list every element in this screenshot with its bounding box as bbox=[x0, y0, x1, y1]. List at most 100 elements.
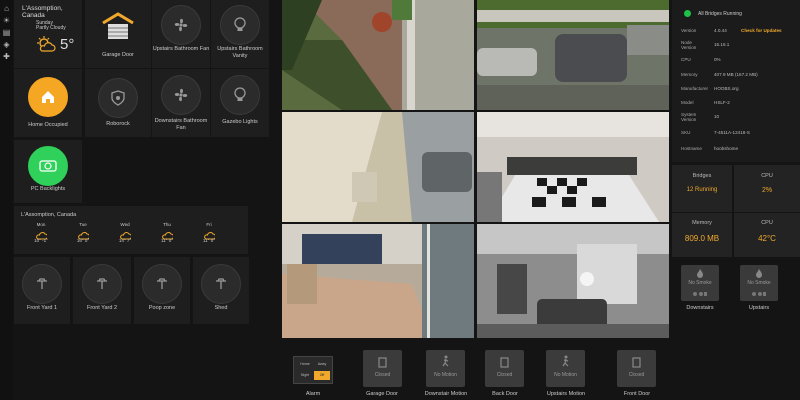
pool-zone-button[interactable] bbox=[142, 264, 182, 304]
info-key: Node Version bbox=[681, 40, 697, 50]
alarm-mode-night[interactable]: Night bbox=[297, 371, 313, 380]
cloudy-icon bbox=[110, 227, 140, 240]
smoke-state: No Smoke bbox=[747, 280, 771, 286]
garage-icon bbox=[102, 12, 134, 39]
shield-icon bbox=[111, 90, 125, 106]
front-yard-2-button[interactable] bbox=[82, 264, 122, 304]
sensor-garage-door[interactable]: Closed bbox=[363, 350, 402, 387]
flame-icon bbox=[756, 269, 762, 278]
bridges-stat: Bridges 12 Running bbox=[672, 165, 732, 212]
forecast-temps: 14° 7° bbox=[118, 238, 132, 243]
alarm-mode-away[interactable]: Away bbox=[314, 360, 330, 369]
door-icon bbox=[500, 357, 509, 368]
alarm-mode-off[interactable]: Off bbox=[314, 371, 330, 380]
sensor-label: Back Door bbox=[492, 391, 518, 397]
forecast-day: Mon 10° -1° bbox=[26, 222, 56, 243]
sensor-state: No Motion bbox=[434, 372, 457, 378]
home-icon[interactable]: ⌂ bbox=[2, 4, 11, 13]
downstairs-fan-tile[interactable]: Downstairs Bathroom Fan bbox=[152, 69, 210, 137]
bulb-icon[interactable]: ☀ bbox=[2, 16, 11, 25]
upstairs-fan-label: Upstairs Bathroom Fan bbox=[152, 46, 210, 52]
sensor-downstair-motion[interactable]: No Motion bbox=[426, 350, 465, 387]
weather-temperature: 5° bbox=[60, 36, 75, 53]
sensor-state: No Motion bbox=[554, 372, 577, 378]
memory-label: Memory bbox=[692, 220, 712, 226]
system-info-panel: All Bridges Running Version 4.0.44 Check f… bbox=[672, 0, 800, 162]
layers-icon[interactable]: ◈ bbox=[2, 40, 11, 49]
front-yard-1-button[interactable] bbox=[22, 264, 62, 304]
weather-condition: Partly Cloudy bbox=[36, 25, 66, 31]
sensor-upstairs-motion[interactable]: No Motion bbox=[546, 350, 585, 387]
info-value: HOOBS.org bbox=[714, 86, 739, 91]
upstairs-fan-tile[interactable]: Upstairs Bathroom Fan bbox=[152, 0, 210, 68]
home-button[interactable] bbox=[28, 77, 68, 117]
forecast-temps: 11° 0° bbox=[202, 238, 216, 243]
pc-button[interactable] bbox=[28, 146, 68, 186]
shed-label: Shed bbox=[214, 305, 228, 311]
alarm-label: Alarm bbox=[305, 391, 321, 397]
roborock-button[interactable] bbox=[98, 78, 138, 118]
bulb-icon bbox=[234, 87, 246, 101]
puzzle-icon[interactable]: ✚ bbox=[2, 52, 11, 61]
bridges-value: 12 Running bbox=[686, 187, 718, 193]
garage-door-tile[interactable]: Garage Door bbox=[85, 0, 151, 68]
info-value: 0% bbox=[714, 57, 721, 62]
check-updates-link[interactable]: Check for Updates bbox=[741, 28, 782, 33]
forecast-day: Thu 11° 0° bbox=[152, 222, 182, 243]
camera-warehouse[interactable] bbox=[282, 224, 474, 338]
sensor-back-door[interactable]: Closed bbox=[485, 350, 524, 387]
front-yard-1-tile[interactable]: Front Yard 1 bbox=[14, 257, 70, 324]
camera-parking-lot[interactable] bbox=[477, 0, 669, 110]
info-value: 10 bbox=[714, 114, 720, 119]
sensor-label: Downstair Motion bbox=[424, 391, 468, 397]
sensor-label: Garage Door bbox=[366, 391, 398, 397]
upstairs-vanity-tile[interactable]: Upstairs Bathroom Vanity bbox=[211, 0, 269, 68]
alarm-mode-home[interactable]: Home bbox=[297, 360, 313, 369]
forecast-temps: 16° 0° bbox=[76, 238, 90, 243]
info-key: CPU bbox=[681, 57, 691, 62]
smoke-detector-upstairs[interactable]: No Smoke bbox=[740, 265, 778, 301]
motion-icon bbox=[442, 355, 449, 367]
fan-button[interactable] bbox=[161, 5, 201, 45]
status-icons bbox=[752, 292, 766, 296]
shed-tile[interactable]: Shed bbox=[193, 257, 249, 324]
camera-feed-image bbox=[282, 224, 474, 338]
alarm-panel[interactable]: Home Away Night Off bbox=[293, 356, 333, 384]
camera-garage[interactable] bbox=[282, 112, 474, 222]
pc-backlights-tile[interactable]: PC Backlights bbox=[14, 140, 82, 203]
front-yard-1-label: Front Yard 1 bbox=[26, 305, 58, 311]
info-key: SKU bbox=[681, 130, 691, 135]
gazebo-lights-tile[interactable]: Gazebo Lights bbox=[211, 69, 269, 137]
tablet-icon[interactable]: ▤ bbox=[2, 28, 11, 37]
gazebo-button[interactable] bbox=[220, 75, 260, 115]
roborock-tile[interactable]: Roborock bbox=[85, 69, 151, 137]
smoke-detector-downstairs[interactable]: No Smoke bbox=[681, 265, 719, 301]
forecast-title: L'Assomption, Canada bbox=[21, 212, 77, 218]
camera-living-room[interactable] bbox=[477, 224, 669, 338]
front-yard-2-tile[interactable]: Front Yard 2 bbox=[73, 257, 131, 324]
home-icon bbox=[42, 91, 54, 103]
motion-icon bbox=[562, 355, 569, 367]
sensor-front-door[interactable]: Closed bbox=[617, 350, 656, 387]
pc-label: PC Backlights bbox=[30, 186, 66, 192]
camera-feed-image bbox=[282, 0, 474, 110]
camera-office[interactable] bbox=[477, 112, 669, 222]
cloudy-icon bbox=[152, 227, 182, 240]
shed-button[interactable] bbox=[201, 264, 241, 304]
forecast-temps: 11° 0° bbox=[160, 238, 174, 243]
camera-front-porch[interactable] bbox=[282, 0, 474, 110]
home-occupied-tile[interactable]: Home Occupied bbox=[14, 69, 82, 137]
gazebo-label: Gazebo Lights bbox=[222, 119, 258, 125]
vanity-button[interactable] bbox=[220, 5, 260, 45]
pool-zone-tile[interactable]: Poop zone bbox=[134, 257, 190, 324]
info-key: Hostname bbox=[681, 146, 702, 151]
garage-door-label: Garage Door bbox=[102, 52, 134, 58]
info-value: 16.16.1 bbox=[714, 42, 730, 47]
camera-feed-image bbox=[282, 112, 474, 222]
cloudy-icon bbox=[68, 227, 98, 240]
forecast-temps: 10° -1° bbox=[34, 238, 48, 243]
downstairs-fan-button[interactable] bbox=[161, 75, 201, 115]
info-key: Manufacturer bbox=[681, 86, 709, 91]
cpu-stat: CPU 2% bbox=[734, 165, 800, 212]
sensor-state: Closed bbox=[496, 372, 513, 378]
